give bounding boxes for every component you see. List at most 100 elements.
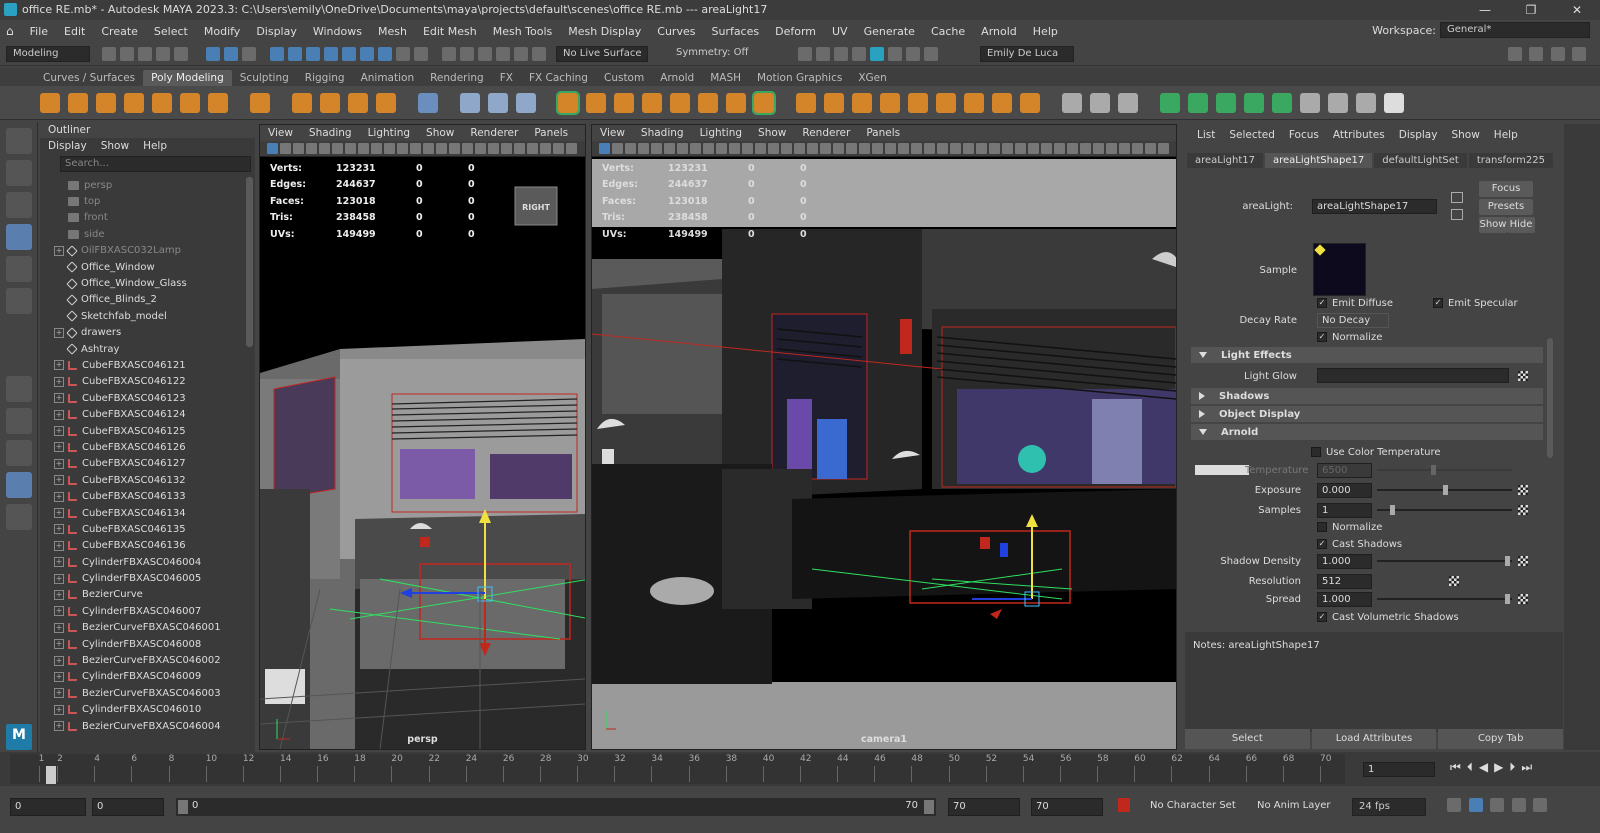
expand-icon[interactable]: + [54, 245, 64, 256]
outliner-vertical-scrollbar[interactable] [246, 177, 253, 347]
emit-diffuse-checkbox[interactable]: Emit Diffuse [1332, 298, 1393, 309]
multi-cut-icon[interactable] [1062, 92, 1082, 113]
range-start-handle[interactable] [178, 800, 188, 814]
outliner-item[interactable]: Office_Window_Glass [54, 275, 244, 291]
shelf-tab-rigging[interactable]: Rigging [297, 70, 353, 86]
node-name-field[interactable]: areaLightShape17 [1312, 199, 1437, 214]
render-view-icon[interactable] [798, 46, 812, 61]
platonic-solid-icon[interactable] [250, 92, 270, 113]
search-icon[interactable] [5, 504, 32, 530]
channel-box-icon[interactable] [1572, 47, 1586, 61]
attr-tab-transform225[interactable]: transform225 [1468, 153, 1553, 168]
render-frame-icon[interactable] [816, 46, 830, 61]
lasso-icon[interactable] [414, 46, 428, 61]
copy-tab-button[interactable]: Copy Tab [1438, 729, 1564, 749]
shadows-section[interactable]: Shadows [1191, 388, 1543, 404]
ipr-icon[interactable] [496, 46, 510, 61]
outliner-item[interactable]: + CubeFBXASC046121 [54, 357, 244, 373]
workspace-dropdown[interactable]: General* [1440, 22, 1590, 38]
show-button[interactable]: Show [1479, 217, 1507, 233]
outliner-item[interactable]: + CylinderFBXASC046009 [54, 669, 244, 685]
outliner-item[interactable]: Office_Blinds_2 [54, 292, 244, 308]
paint-select-tool-icon[interactable] [5, 192, 32, 218]
reduce-icon[interactable] [698, 92, 718, 113]
extrude-icon[interactable] [796, 92, 816, 113]
outliner-item[interactable]: + CylinderFBXASC046007 [54, 603, 244, 619]
viewport-persp[interactable]: View Shading Lighting Show Renderer Panels [259, 124, 586, 750]
viewport-menu-show[interactable]: Show [426, 127, 454, 139]
combine-icon[interactable] [556, 90, 580, 115]
shadow-density-map-icon[interactable] [1518, 556, 1528, 566]
exposure-field[interactable]: 0.000 [1317, 483, 1372, 498]
outliner-item[interactable]: + CylinderFBXASC046008 [54, 636, 244, 652]
menu-generate[interactable]: Generate [856, 25, 923, 38]
outliner-item[interactable]: + CubeFBXASC046133 [54, 488, 244, 504]
fill-hole-icon[interactable] [908, 92, 928, 113]
resolution-field[interactable]: 512 [1317, 574, 1372, 589]
expand-icon[interactable]: + [54, 360, 64, 371]
input-output-icon[interactable] [442, 46, 456, 61]
four-view-layout-icon[interactable] [5, 408, 32, 434]
extract-icon[interactable] [726, 92, 746, 113]
menu-arnold[interactable]: Arnold [973, 25, 1025, 38]
normalize-arnold-checkbox[interactable]: Normalize [1332, 522, 1382, 533]
pause-icon[interactable] [924, 46, 938, 61]
samples-map-icon[interactable] [1518, 505, 1528, 515]
poke-icon[interactable] [992, 92, 1012, 113]
tools-icon[interactable] [906, 46, 920, 61]
scene-start-field[interactable]: 0 [10, 798, 86, 816]
planar-uv-icon[interactable] [1160, 92, 1180, 113]
menu-select[interactable]: Select [146, 25, 196, 38]
poly-plane-icon[interactable] [180, 92, 200, 113]
attr-menu-focus[interactable]: Focus [1289, 129, 1319, 141]
viewport-camera1[interactable]: View Shading Lighting Show Renderer Panels [591, 124, 1177, 750]
lock-icon[interactable] [396, 46, 410, 61]
expand-icon[interactable]: + [54, 442, 64, 453]
snap-grid-icon[interactable] [270, 46, 284, 61]
maya-hex-icon[interactable] [1384, 92, 1404, 113]
menu-display[interactable]: Display [248, 25, 305, 38]
attr-menu-display[interactable]: Display [1399, 129, 1438, 141]
uv-editor-icon[interactable] [418, 92, 438, 113]
render-current-icon[interactable] [478, 46, 492, 61]
remesh-icon[interactable] [752, 90, 776, 115]
select-by-component-icon[interactable] [242, 46, 256, 61]
fps-dropdown[interactable]: 24 fps [1352, 798, 1426, 816]
attr-menu-list[interactable]: List [1197, 129, 1215, 141]
samples-slider[interactable] [1377, 505, 1512, 515]
undo-icon[interactable] [156, 46, 170, 61]
user-account-dropdown[interactable]: Emily De Luca [980, 45, 1074, 62]
home-icon[interactable]: ⌂ [6, 24, 14, 38]
expand-icon[interactable]: + [54, 622, 64, 633]
offset-edge-icon[interactable] [1118, 92, 1138, 113]
make-live-icon[interactable] [342, 46, 356, 61]
cache-playback-icon[interactable] [1468, 798, 1483, 812]
viewport-menu-show[interactable]: Show [758, 127, 786, 139]
history-icon[interactable] [378, 46, 392, 61]
shelf-tab-custom[interactable]: Custom [596, 70, 652, 86]
camera-icon[interactable] [888, 46, 902, 61]
ipr-render-icon[interactable] [834, 46, 848, 61]
cast-shadows-checkbox[interactable]: Cast Shadows [1332, 539, 1402, 550]
expand-icon[interactable]: + [54, 704, 64, 715]
attr-tab-defaultlightset[interactable]: defaultLightSet [1374, 153, 1467, 168]
anim-start-field[interactable]: 0 [92, 798, 164, 816]
resolution-map-icon[interactable] [1449, 576, 1459, 586]
poly-cylinder-icon[interactable] [96, 92, 116, 113]
attr-menu-show[interactable]: Show [1451, 129, 1479, 141]
load-attributes-button[interactable]: Load Attributes [1311, 729, 1437, 749]
notes-textarea[interactable] [1191, 654, 1549, 724]
outliner-search-input[interactable]: Search... [60, 156, 251, 172]
outliner-item[interactable]: + CubeFBXASC046124 [54, 406, 244, 422]
automatic-uv-icon[interactable] [1188, 92, 1208, 113]
outliner-item[interactable]: front [54, 210, 244, 226]
shadow-density-field[interactable]: 1.000 [1317, 554, 1372, 569]
poly-cone-icon[interactable] [124, 92, 144, 113]
normalize-checkbox[interactable]: Normalize [1332, 332, 1382, 343]
merge-icon[interactable] [936, 92, 956, 113]
symmetry-dropdown[interactable]: Symmetry: Off [670, 45, 766, 62]
shelf-tab-sculpting[interactable]: Sculpting [232, 70, 297, 86]
shelf-tab-arnold[interactable]: Arnold [652, 70, 702, 86]
outliner-item[interactable]: + CubeFBXASC046135 [54, 521, 244, 537]
current-frame-marker[interactable] [46, 766, 56, 784]
